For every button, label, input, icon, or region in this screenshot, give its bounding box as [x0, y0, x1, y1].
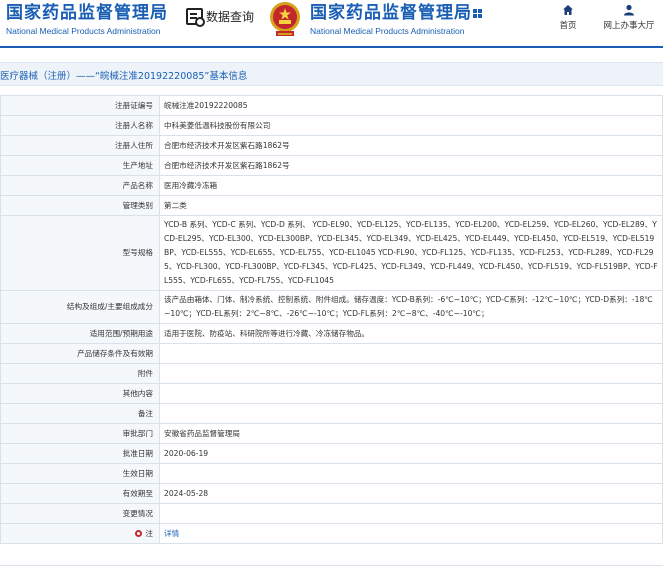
registration-no-value: 皖械注准20192220085: [159, 95, 663, 116]
row-label-structure: 结构及组成/主要组成成分: [0, 290, 160, 324]
brand-subtitle: National Medical Products Administration: [6, 26, 161, 36]
row-label-approval-date: 批准日期: [0, 443, 160, 464]
registrant-address-value: 合肥市经济技术开发区紫石路1862号: [159, 135, 663, 156]
nmpa-logo-secondary[interactable]: 国家药品监督管理局 National Medical Products Admi…: [310, 2, 482, 37]
row-label-production-address: 生产地址: [0, 155, 160, 176]
table-row: 生产地址 合肥市经济技术开发区紫石路1862号: [0, 155, 663, 176]
table-row: 注册证编号 皖械注准20192220085: [0, 95, 663, 116]
home-icon: [563, 5, 573, 15]
structure-value: 该产品由箱体、门体、制冷系统、控制系统、附件组成。储存温度：YCD-B系列：-6…: [159, 290, 663, 324]
pin-icon: [135, 529, 143, 537]
production-address-value: 合肥市经济技术开发区紫石路1862号: [159, 155, 663, 176]
row-label-attachment: 附件: [0, 363, 160, 384]
table-row: 审批部门 安徽省药品监督管理局: [0, 423, 663, 444]
table-row: 结构及组成/主要组成成分 该产品由箱体、门体、制冷系统、控制系统、附件组成。储存温…: [0, 290, 663, 324]
nav-hall-label: 网上办事大厅: [603, 21, 655, 31]
site-header: 国家药品监督管理局 National Medical Products Admi…: [0, 0, 663, 44]
header-divider: [0, 46, 663, 48]
row-label-valid-until: 有效期至: [0, 483, 160, 504]
attachment-value: [159, 363, 663, 384]
effective-date-value: [159, 463, 663, 484]
table-row: 产品储存条件及有效期: [0, 343, 663, 364]
row-label-note: 注: [0, 523, 160, 544]
nav-home[interactable]: 首页: [556, 4, 580, 31]
nav-home-label: 首页: [559, 21, 577, 31]
footer-divider: [0, 565, 663, 566]
table-row: 变更情况: [0, 503, 663, 524]
table-row: 其他内容: [0, 383, 663, 404]
row-label-approval-dept: 审批部门: [0, 423, 160, 444]
row-label-storage: 产品储存条件及有效期: [0, 343, 160, 364]
note-label: 注: [145, 528, 153, 538]
details-link[interactable]: 详情: [164, 529, 179, 538]
detail-table: 注册证编号 皖械注准20192220085 注册人名称 中科美菱低温科技股份有限公司…: [0, 95, 663, 544]
table-row: 产品名称 医用冷藏冷冻箱: [0, 175, 663, 196]
row-label-other: 其他内容: [0, 383, 160, 404]
row-label-remarks: 备注: [0, 403, 160, 424]
note-value: 详情: [159, 523, 663, 544]
user-icon: [624, 4, 634, 16]
intended-use-value: 适用于医院、防疫站、科研院所等进行冷藏、冷冻储存物品。: [159, 323, 663, 344]
product-name-value: 医用冷藏冷冻箱: [159, 175, 663, 196]
brand-title: 国家药品监督管理局: [6, 3, 168, 23]
category-value: 第二类: [159, 195, 663, 216]
table-row: 备注: [0, 403, 663, 424]
table-row: 附件: [0, 363, 663, 384]
row-label-registrant: 注册人名称: [0, 115, 160, 136]
table-row: 批准日期 2020-06-19: [0, 443, 663, 464]
table-row: 管理类别 第二类: [0, 195, 663, 216]
storage-value: [159, 343, 663, 364]
row-label-effective-date: 生效日期: [0, 463, 160, 484]
data-query-label: 数据查询: [206, 10, 255, 24]
changes-value: [159, 503, 663, 524]
row-label-category: 管理类别: [0, 195, 160, 216]
row-label-registration-no: 注册证编号: [0, 95, 160, 116]
document-search-icon: [186, 8, 205, 27]
other-value: [159, 383, 663, 404]
valid-until-value: 2024-05-28: [159, 483, 663, 504]
approval-dept-value: 安徽省药品监督管理局: [159, 423, 663, 444]
approval-date-value: 2020-06-19: [159, 443, 663, 464]
breadcrumb-bar: 医疗器械（注册）——“皖械注准20192220085”基本信息: [0, 62, 663, 86]
registrant-value: 中科美菱低温科技股份有限公司: [159, 115, 663, 136]
nav-online-service-hall[interactable]: 网上办事大厅: [601, 4, 657, 31]
table-row: 注册人住所 合肥市经济技术开发区紫石路1862号: [0, 135, 663, 156]
remarks-value: [159, 403, 663, 424]
model-spec-value: YCD-B 系列、YCD-C 系列、YCD-D 系列、 YCD-EL90、YCD…: [159, 215, 663, 291]
row-label-intended-use: 适用范围/预期用途: [0, 323, 160, 344]
brand-title-secondary: 国家药品监督管理局: [310, 3, 472, 23]
table-row: 生效日期: [0, 463, 663, 484]
row-label-product-name: 产品名称: [0, 175, 160, 196]
row-label-changes: 变更情况: [0, 503, 160, 524]
breadcrumb: 医疗器械（注册）——“皖械注准20192220085”基本信息: [0, 71, 248, 82]
row-label-model-spec: 型号规格: [0, 215, 160, 291]
table-row: 注册人名称 中科美菱低温科技股份有限公司: [0, 115, 663, 136]
national-emblem-icon: [270, 2, 300, 36]
grid-menu-icon: [473, 8, 482, 18]
brand-subtitle-secondary: National Medical Products Administration: [310, 26, 465, 36]
nmpa-logo[interactable]: 国家药品监督管理局 National Medical Products Admi…: [6, 2, 168, 37]
table-row: 有效期至 2024-05-28: [0, 483, 663, 504]
row-label-registrant-address: 注册人住所: [0, 135, 160, 156]
table-row: 注 详情: [0, 523, 663, 544]
data-query-link[interactable]: 数据查询: [186, 8, 255, 27]
table-row: 型号规格 YCD-B 系列、YCD-C 系列、YCD-D 系列、 YCD-EL90…: [0, 215, 663, 291]
table-row: 适用范围/预期用途 适用于医院、防疫站、科研院所等进行冷藏、冷冻储存物品。: [0, 323, 663, 344]
